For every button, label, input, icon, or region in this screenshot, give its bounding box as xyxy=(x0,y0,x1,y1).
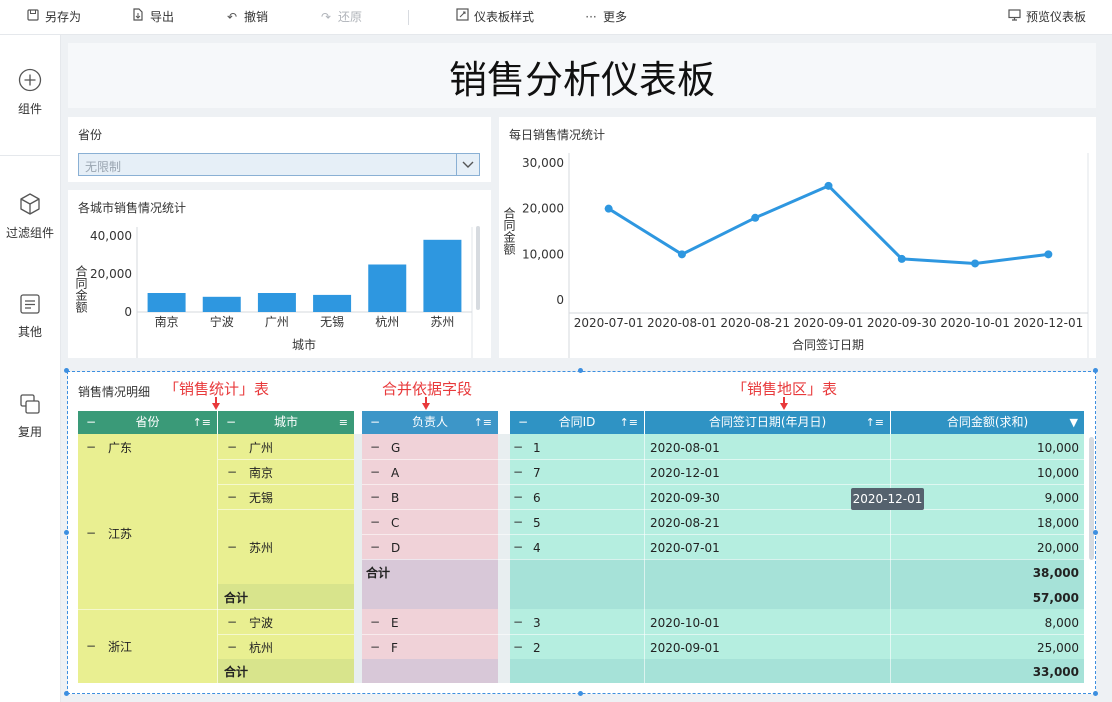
preview-dashboard-button[interactable]: 预览仪表板 xyxy=(1007,0,1086,34)
resize-handle[interactable] xyxy=(578,368,583,373)
sidebar-item-filter-components[interactable]: 过滤组件 xyxy=(0,192,60,241)
dashboard-style-button[interactable]: 仪表板样式 xyxy=(455,0,534,34)
export-label: 导出 xyxy=(150,10,175,24)
data-point[interactable] xyxy=(824,181,833,190)
x-axis-label: 合同签订日期 xyxy=(792,337,864,352)
y-tick-label: 40,000 xyxy=(90,229,132,243)
x-tick-label: 杭州 xyxy=(375,314,399,329)
x-tick-label: 苏州 xyxy=(430,315,454,329)
dashboard-style-label: 仪表板样式 xyxy=(474,10,535,24)
y-tick-label: 30,000 xyxy=(522,156,564,170)
x-tick-label: 2020-09-30 xyxy=(867,316,937,330)
resize-handle[interactable] xyxy=(64,530,69,535)
undo-button[interactable]: ↶ 撤销 xyxy=(225,0,268,34)
copy-icon xyxy=(20,394,40,414)
save-icon xyxy=(26,0,40,34)
sidebar-item-components[interactable]: 组件 xyxy=(0,68,60,117)
dashboard-title[interactable]: 销售分析仪表板 xyxy=(68,43,1096,108)
preview-label: 预览仪表板 xyxy=(1026,10,1087,24)
cube-icon xyxy=(20,193,40,215)
resize-handle[interactable] xyxy=(1093,368,1098,373)
component-sidebar: 组件 过滤组件 其他 复用 xyxy=(0,35,61,702)
x-tick-label: 2020-10-01 xyxy=(940,316,1010,330)
sidebar-item-label: 复用 xyxy=(17,425,42,439)
bar[interactable] xyxy=(368,264,407,313)
data-point[interactable] xyxy=(1044,250,1053,259)
redo-icon: ↷ xyxy=(320,10,332,24)
y-tick-label: 10,000 xyxy=(522,247,564,261)
redo-label: 还原 xyxy=(338,10,363,24)
y-axis-label: 合同金额 xyxy=(502,206,516,256)
y-axis-label: 合同金额 xyxy=(74,264,88,314)
city-sales-chart-panel[interactable]: 各城市销售情况统计 合同金额 0 20,000 40,000 南京 宁波 广州 无锡 杭州苏… xyxy=(68,190,491,358)
sidebar-item-reuse[interactable]: 复用 xyxy=(0,393,60,440)
style-icon xyxy=(455,0,469,34)
monitor-icon xyxy=(1007,0,1021,34)
more-label: 更多 xyxy=(603,10,628,24)
bar[interactable] xyxy=(147,293,186,312)
chevron-down-icon[interactable] xyxy=(456,154,479,175)
data-point[interactable] xyxy=(604,204,613,213)
sidebar-divider xyxy=(0,155,60,156)
resize-handle[interactable] xyxy=(1093,691,1098,696)
x-tick-label: 南京 xyxy=(155,314,179,329)
bar[interactable] xyxy=(257,293,296,312)
bar[interactable] xyxy=(313,294,352,312)
sidebar-item-other[interactable]: 其他 xyxy=(0,293,60,340)
x-tick-label: 2020-07-01 xyxy=(574,316,644,330)
export-button[interactable]: 导出 xyxy=(131,0,174,34)
resize-handle[interactable] xyxy=(64,691,69,696)
x-tick-label: 2020-09-01 xyxy=(794,316,864,330)
bar[interactable] xyxy=(202,296,241,312)
toolbar: 另存为 导出 ↶ 撤销 ↷ 还原 仪表板样式 ··· 更多 预览仪表板 xyxy=(0,0,1112,35)
redo-button[interactable]: ↷ 还原 xyxy=(319,0,362,34)
daily-sales-chart-panel[interactable]: 每日销售情况统计 合同金额 0 10,000 20,000 30,000 2020-0… xyxy=(499,117,1096,358)
x-tick-label: 广州 xyxy=(265,315,289,329)
filter-title: 省份 xyxy=(78,128,103,142)
series-line[interactable] xyxy=(607,184,1049,265)
selection-frame xyxy=(67,371,1096,694)
resize-handle[interactable] xyxy=(64,368,69,373)
y-tick-label: 20,000 xyxy=(90,267,132,281)
x-tick-label: 2020-08-01 xyxy=(647,316,717,330)
chart-scrollbar[interactable] xyxy=(476,226,480,310)
daily-line-chart: 合同金额 010,00020,00030,000 2020-07-01 2020-… xyxy=(502,153,1089,358)
x-tick-label: 2020-08-21 xyxy=(720,316,790,330)
y-tick-label: 0 xyxy=(556,293,564,307)
sidebar-item-label: 组件 xyxy=(17,102,42,116)
document-icon xyxy=(20,294,40,314)
x-tick-label: 2020-12-01 xyxy=(1013,316,1083,330)
sidebar-item-label: 过滤组件 xyxy=(5,226,54,240)
toolbar-divider xyxy=(408,10,409,25)
undo-icon: ↶ xyxy=(226,10,238,24)
save-as-button[interactable]: 另存为 xyxy=(26,0,81,34)
x-tick-label: 宁波 xyxy=(210,314,234,329)
y-tick-label: 20,000 xyxy=(522,202,564,216)
undo-label: 撤销 xyxy=(244,10,269,24)
resize-handle[interactable] xyxy=(1093,530,1098,535)
more-button[interactable]: ··· 更多 xyxy=(584,0,627,34)
province-select[interactable]: 无限制 xyxy=(78,153,480,176)
city-bar-chart: 合同金额 0 20,000 40,000 南京 宁波 广州 无锡 杭州 苏州 城市 xyxy=(74,226,480,358)
x-tick-label: 无锡 xyxy=(320,314,344,329)
data-point[interactable] xyxy=(897,254,906,263)
resize-handle[interactable] xyxy=(578,691,583,696)
province-select-value: 无限制 xyxy=(85,160,122,174)
export-icon xyxy=(131,0,145,34)
bar[interactable] xyxy=(423,239,462,312)
y-tick-label: 0 xyxy=(124,305,132,319)
data-point[interactable] xyxy=(971,259,980,268)
plus-circle-icon xyxy=(18,68,42,92)
ellipsis-icon: ··· xyxy=(585,10,597,24)
x-axis-label: 城市 xyxy=(292,337,316,352)
data-point[interactable] xyxy=(751,213,760,222)
data-point[interactable] xyxy=(677,250,686,259)
sidebar-item-label: 其他 xyxy=(17,325,42,339)
save-as-label: 另存为 xyxy=(45,10,82,24)
